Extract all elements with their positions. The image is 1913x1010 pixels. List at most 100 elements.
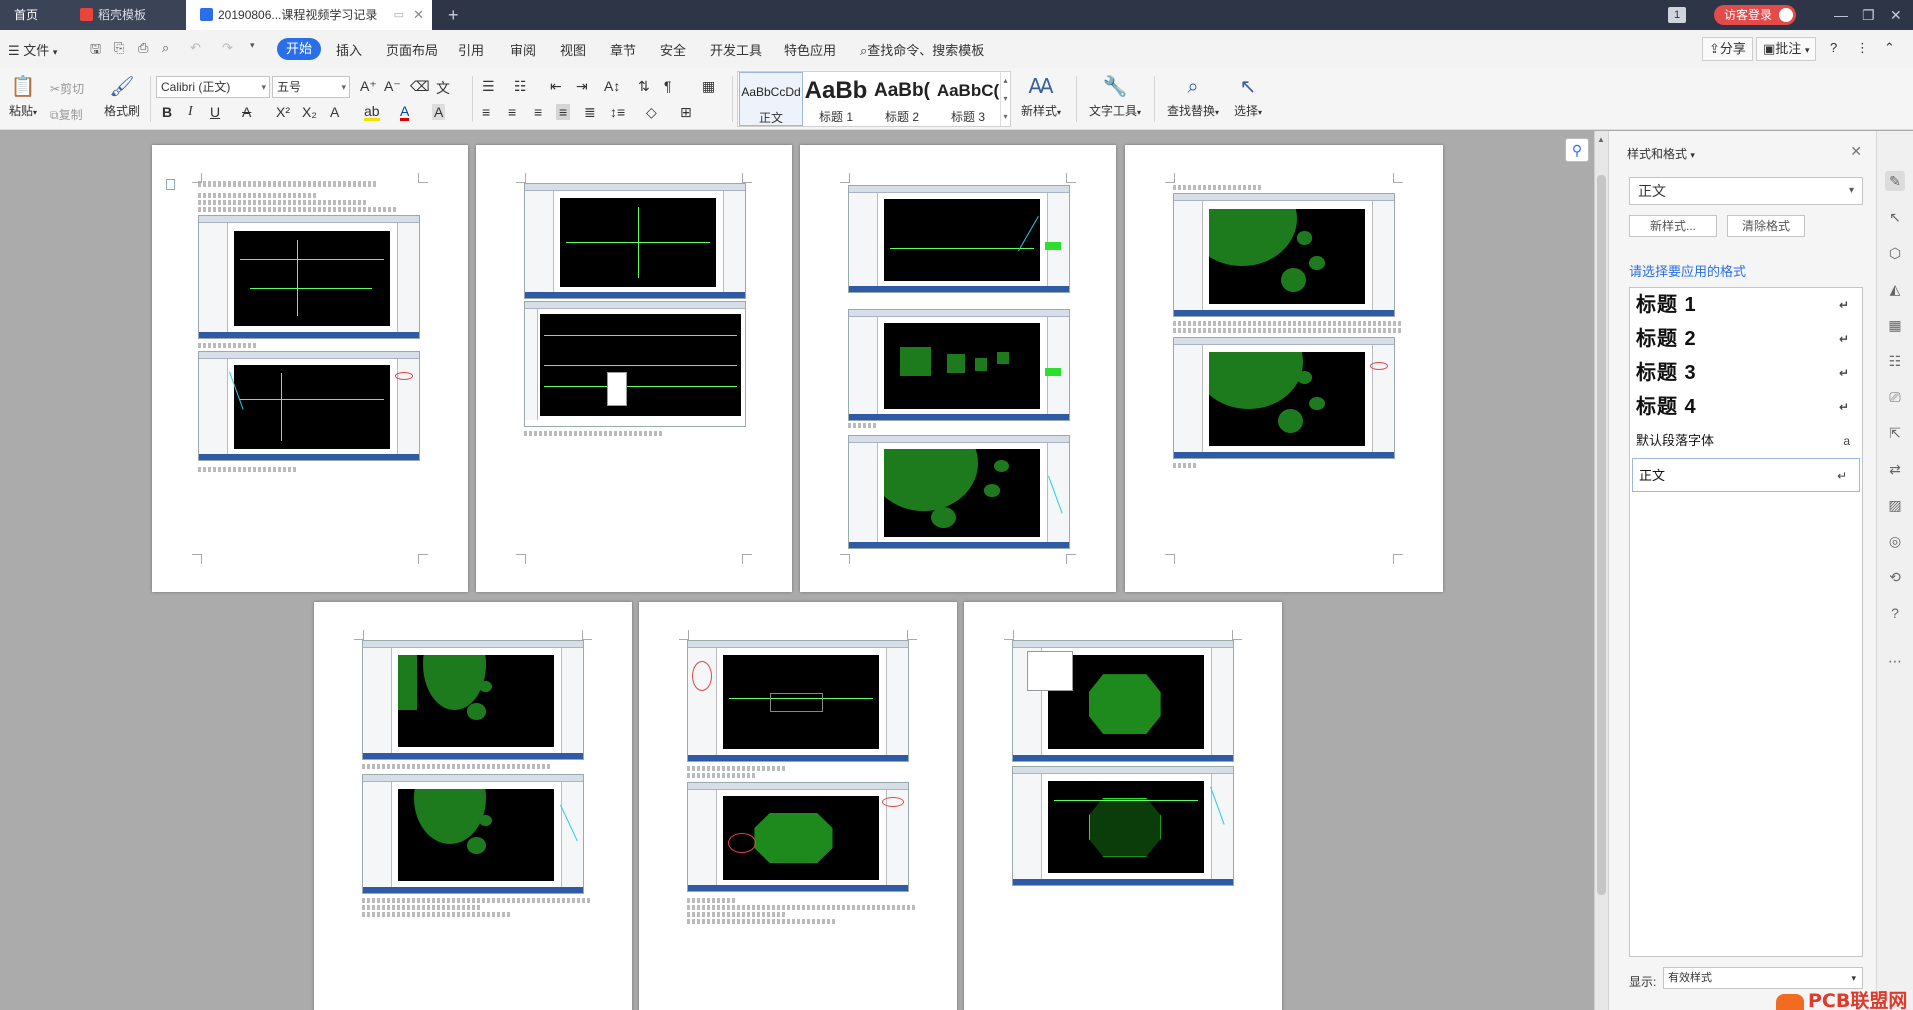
pane-title[interactable]: 样式和格式 ▾ bbox=[1627, 145, 1695, 162]
scrollbar-thumb[interactable] bbox=[1597, 175, 1606, 895]
document-page[interactable] bbox=[800, 145, 1116, 592]
superscript-icon[interactable]: X² bbox=[276, 104, 290, 120]
print-icon[interactable]: ⎙ bbox=[138, 40, 148, 56]
tab-document[interactable]: 20190806...课程视频学习记录 ▭ ✕ bbox=[186, 0, 432, 30]
increase-indent-icon[interactable]: ⇥ bbox=[576, 78, 588, 95]
numbered-list-icon[interactable]: ☷ bbox=[514, 78, 527, 95]
char-shading-icon[interactable]: A bbox=[432, 104, 446, 120]
menu-tab-home[interactable]: 开始 bbox=[277, 38, 321, 60]
document-page[interactable] bbox=[1125, 145, 1443, 592]
style-list-item-default-font[interactable]: 默认段落字体 a bbox=[1630, 424, 1862, 458]
minimize-icon[interactable]: — bbox=[1834, 0, 1848, 30]
backup-icon[interactable]: ◎ bbox=[1885, 531, 1905, 551]
style-normal[interactable]: AaBbCcDd 正文 bbox=[739, 72, 803, 126]
align-left-icon[interactable]: ≡ bbox=[482, 104, 490, 120]
font-name-select[interactable]: Calibri (正文) ▾ bbox=[156, 76, 270, 98]
document-review-icon[interactable]: ⎚ bbox=[1885, 387, 1905, 407]
translate-icon[interactable]: ⇄ bbox=[1885, 459, 1905, 479]
menu-tab-features[interactable]: 特色应用 bbox=[784, 40, 836, 59]
menu-tab-security[interactable]: 安全 bbox=[660, 40, 686, 59]
history-icon[interactable]: ⟲ bbox=[1885, 567, 1905, 587]
more-tools-icon[interactable]: ⋯ bbox=[1885, 651, 1905, 671]
styles-pane-icon[interactable]: ✎ bbox=[1885, 171, 1905, 191]
menu-tab-chapter[interactable]: 章节 bbox=[610, 40, 636, 59]
more-menu-icon[interactable]: ⋮ bbox=[1856, 40, 1869, 56]
line-spacing-icon[interactable]: ↕≡ bbox=[610, 104, 625, 120]
select-objects-icon[interactable]: ↖ bbox=[1885, 207, 1905, 227]
customize-toolbar-icon[interactable]: ▾ bbox=[250, 40, 255, 51]
text-tools-button[interactable]: 🔧 文字工具▾ bbox=[1086, 72, 1144, 119]
align-right-icon[interactable]: ≡ bbox=[534, 104, 542, 120]
align-center-icon[interactable]: ≡ bbox=[508, 104, 516, 120]
table-icon[interactable]: ▦ bbox=[702, 78, 715, 95]
phonetic-guide-icon[interactable]: 文 bbox=[436, 78, 450, 98]
sort-icon[interactable]: ⇅ bbox=[638, 78, 650, 95]
menu-tab-developer[interactable]: 开发工具 bbox=[710, 40, 762, 59]
underline-icon[interactable]: U bbox=[210, 104, 220, 120]
guest-login-button[interactable]: 访客登录 bbox=[1714, 5, 1797, 25]
vertical-scrollbar[interactable]: ▲ bbox=[1594, 131, 1608, 1010]
find-replace-button[interactable]: ⌕ 查找替换▾ bbox=[1164, 72, 1222, 119]
undo-icon[interactable]: ↶ bbox=[190, 40, 201, 56]
select-button[interactable]: ↖ 选择▾ bbox=[1230, 72, 1266, 119]
shrink-font-icon[interactable]: A⁻ bbox=[384, 78, 401, 95]
fill-icon[interactable]: ◭ bbox=[1885, 279, 1905, 299]
style-list-item-heading-3[interactable]: 标题 3 ↵ bbox=[1630, 356, 1862, 390]
share-out-icon[interactable]: ⇱ bbox=[1885, 423, 1905, 443]
help-circle-icon[interactable]: ? bbox=[1885, 603, 1905, 623]
close-pane-icon[interactable]: ✕ bbox=[1850, 143, 1862, 160]
table-grid-icon[interactable]: ▦ bbox=[1885, 315, 1905, 335]
document-page[interactable] bbox=[639, 602, 957, 1010]
tab-docer-templates[interactable]: 稻壳模板 bbox=[66, 0, 186, 30]
borders-icon[interactable]: ⊞ bbox=[680, 104, 692, 121]
style-heading-3[interactable]: AaBbC(标题 3 bbox=[936, 72, 1000, 126]
document-page[interactable] bbox=[152, 145, 468, 592]
close-tab-icon[interactable]: ✕ bbox=[413, 0, 424, 30]
paste-button[interactable]: 📋 粘贴▾ bbox=[6, 72, 40, 119]
shapes-icon[interactable]: ⬡ bbox=[1885, 243, 1905, 263]
highlight-icon[interactable]: ab bbox=[364, 104, 380, 121]
scroll-up-icon[interactable]: ▲ bbox=[1597, 135, 1605, 144]
menu-tab-review[interactable]: 审阅 bbox=[510, 40, 536, 59]
command-search[interactable]: ⌕查找命令、搜索模板 bbox=[860, 40, 984, 59]
show-marks-icon[interactable]: ¶ bbox=[664, 78, 672, 94]
italic-icon[interactable]: I bbox=[188, 104, 193, 120]
document-canvas[interactable] bbox=[0, 131, 1594, 1010]
new-tab-button[interactable]: + bbox=[448, 0, 459, 30]
text-effect-icon[interactable]: A bbox=[330, 104, 339, 120]
style-list-item-heading-1[interactable]: 标题 1 ↵ bbox=[1630, 288, 1862, 322]
menu-tab-page-layout[interactable]: 页面布局 bbox=[386, 40, 438, 59]
strikethrough-icon[interactable]: A bbox=[242, 104, 251, 120]
new-style-pane-button[interactable]: 新样式... bbox=[1629, 215, 1717, 237]
cut-button[interactable]: ✂剪切 bbox=[50, 80, 84, 97]
export-pdf-icon[interactable]: ⎘ bbox=[114, 40, 124, 56]
clear-format-button[interactable]: 清除格式 bbox=[1727, 215, 1805, 237]
bullet-list-icon[interactable]: ☰ bbox=[482, 78, 495, 95]
font-color-icon[interactable]: A bbox=[400, 104, 410, 121]
grow-font-icon[interactable]: A⁺ bbox=[360, 78, 377, 95]
properties-icon[interactable]: ☷ bbox=[1885, 351, 1905, 371]
document-page[interactable] bbox=[314, 602, 632, 1010]
menu-tab-insert[interactable]: 插入 bbox=[336, 40, 362, 59]
format-painter-button[interactable]: 🖌 格式刷 bbox=[102, 72, 142, 119]
shading-icon[interactable]: ◇ bbox=[646, 104, 657, 121]
style-list-item-normal[interactable]: 正文 ↵ bbox=[1632, 458, 1860, 492]
clear-format-icon[interactable]: ⌫ bbox=[410, 78, 430, 95]
current-style-select[interactable]: 正文 ▾ bbox=[1629, 177, 1863, 205]
pin-icon[interactable]: ▭ bbox=[394, 0, 404, 30]
distributed-align-icon[interactable]: ≣ bbox=[584, 104, 596, 121]
restore-icon[interactable]: ❐ bbox=[1862, 0, 1875, 30]
image-icon[interactable]: ▨ bbox=[1885, 495, 1905, 515]
window-count-badge[interactable]: 1 bbox=[1668, 7, 1686, 23]
location-pin-icon[interactable]: ⚲ bbox=[1565, 138, 1589, 162]
close-window-icon[interactable]: ✕ bbox=[1890, 0, 1902, 30]
menu-tab-view[interactable]: 视图 bbox=[560, 40, 586, 59]
text-direction-icon[interactable]: A↕ bbox=[604, 78, 620, 94]
copy-button[interactable]: ⧉复制 bbox=[50, 106, 83, 123]
document-page[interactable] bbox=[964, 602, 1282, 1010]
comment-button[interactable]: ▣批注 ▾ bbox=[1756, 37, 1817, 61]
document-page[interactable] bbox=[476, 145, 792, 592]
new-style-button[interactable]: Ꜳ 新样式▾ bbox=[1018, 72, 1064, 119]
font-size-select[interactable]: 五号 ▾ bbox=[272, 76, 350, 98]
share-button[interactable]: ⇪分享 bbox=[1702, 37, 1753, 61]
